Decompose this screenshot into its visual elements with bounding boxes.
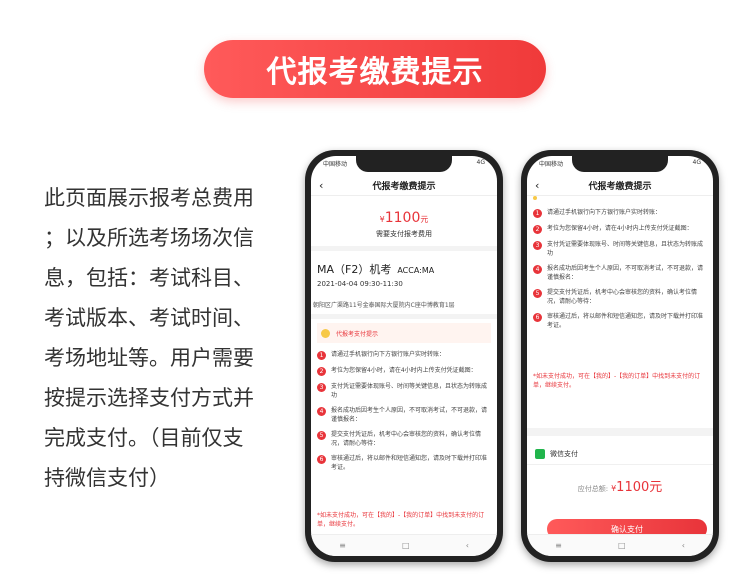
phone-screen: 中国移动 4G ‹ 代报考缴费提示 ¥1100元 需要支付报考费用 MA（F2）… [311,156,497,556]
home-icon[interactable]: □ [618,541,626,550]
exam-info: MA（F2）机考 ACCA:MA [317,261,434,277]
payment-method-option[interactable]: 微信支付 [527,443,713,465]
home-icon[interactable]: □ [402,541,410,550]
payment-method-label: 微信支付 [550,449,578,458]
nav-bar: ‹ 代报考缴费提示 [527,176,713,196]
description-line: 考试版本、考试时间、 [44,306,254,330]
menu-icon[interactable]: ≡ [555,541,562,550]
amount-unit: 元 [420,215,429,224]
back-icon[interactable]: ‹ [319,179,323,192]
step-number-icon: 2 [317,367,326,376]
exam-subject: MA（F2）机考 [317,263,392,276]
unpaid-warning: *如未支付成功，可在【我的】-【我的订单】中找到未支付的订单，继续支付。 [317,512,485,528]
step-text: 支付凭证需要体现账号、时间等关键信息，且状态为转账成功 [331,383,488,399]
list-item: 6 审核通过后，将以邮件和短信通知您，请及时下载并打印准考证。 [317,454,491,472]
amount-value: 1100 [384,210,421,226]
phone-screen: 中国移动 4G ‹ 代报考缴费提示 1 请通过手机银行向下方银行账户实时转账： 2… [527,156,713,556]
step-text: 报名成功后因考生个人原因，不可取消考试，不可退款，请谨慎报名： [331,407,488,423]
step-number-icon: 1 [317,351,326,360]
step-number-icon: 4 [317,407,326,416]
tips-step-list: 1 请通过手机银行向下方银行账户实时转账： 2 考位为您保留4小时，请在4小时内上传… [317,350,491,478]
step-text: 考位为您保留4小时，请在4小时内上传支付凭证截图： [331,367,477,374]
step-number-icon: 5 [317,431,326,440]
back-nav-icon[interactable]: ‹ [682,541,685,550]
list-item: 2 考位为您保留4小时，请在4小时内上传支付凭证截图： [533,224,707,234]
step-text: 审核通过后，将以邮件和短信通知您，请及时下载并打印准考证。 [547,313,704,329]
list-item: 4 报名成功后因考生个人原因，不可取消考试，不可退款，请谨慎报名： [317,406,491,424]
signal-indicator: 4G [476,159,485,166]
step-text: 考位为您保留4小时，请在4小时内上传支付凭证截图： [547,225,693,232]
wechat-pay-icon [535,448,545,459]
tips-step-list: 1 请通过手机银行向下方银行账户实时转账： 2 考位为您保留4小时，请在4小时内上传… [533,208,707,336]
step-number-icon: 6 [317,455,326,464]
list-item: 5 提交支付凭证后，机考中心会审核您的资料，确认考位情况，请耐心等待： [317,430,491,448]
signal-indicator: 4G [692,159,701,166]
step-number-icon: 2 [533,225,542,234]
page-title: 代报考缴费提示 [266,55,484,90]
tips-header-label: 代报考支付提示 [336,330,379,338]
step-text: 请通过手机银行向下方银行账户实时转账： [547,209,662,216]
menu-icon[interactable]: ≡ [339,541,346,550]
lightbulb-icon [321,328,330,338]
page-title-banner: 代报考缴费提示 [204,40,546,98]
step-number-icon: 5 [533,289,542,298]
phone-mockup-payment: 中国移动 4G ‹ 代报考缴费提示 1 请通过手机银行向下方银行账户实时转账： 2… [521,150,719,562]
nav-title: 代报考缴费提示 [372,182,436,192]
phone-mockup-summary: 中国移动 4G ‹ 代报考缴费提示 ¥1100元 需要支付报考费用 MA（F2）… [305,150,503,562]
list-item: 1 请通过手机银行向下方银行账户实时转账： [317,350,491,360]
payment-total: 应付总额: ¥ 1100元 [527,476,713,495]
list-item: 1 请通过手机银行向下方银行账户实时转账： [533,208,707,218]
back-icon[interactable]: ‹ [535,179,539,192]
description-line: ；以及所选考场场次信 [44,226,254,250]
description-line: 按提示选择支付方式并 [44,386,254,410]
step-number-icon: 1 [533,209,542,218]
step-text: 报名成功后因考生个人原因，不可取消考试，不可退款，请谨慎报名： [547,265,704,281]
nav-title: 代报考缴费提示 [588,182,652,192]
phone-notch [572,156,668,172]
description-line: 此页面展示报考总费用 [44,186,254,210]
fee-subtitle: 需要支付报考费用 [376,230,432,238]
description-line: 完成支付。（目前仅支 [44,426,244,450]
list-item: 3 支付凭证需要体现账号、时间等关键信息，且状态为转账成功 [533,240,707,258]
system-nav-bar: ≡ □ ‹ [527,534,713,556]
section-divider [527,428,713,436]
exam-time: 2021-04-04 09:30-11:30 [317,280,403,288]
step-text: 请通过手机银行向下方银行账户实时转账： [331,351,446,358]
nav-bar: ‹ 代报考缴费提示 [311,176,497,196]
fee-amount: ¥1100元 [311,207,497,226]
step-text: 提交支付凭证后，机考中心会审核您的资料，确认考位情况，请耐心等待： [331,431,482,447]
step-number-icon: 3 [317,383,326,392]
description-line: 持微信支付） [44,466,170,490]
step-text: 提交支付凭证后，机考中心会审核您的资料，确认考位情况，请耐心等待： [547,289,698,305]
step-text: 审核通过后，将以邮件和短信通知您，请及时下载并打印准考证。 [331,455,488,471]
lightbulb-icon [533,196,537,200]
step-number-icon: 4 [533,265,542,274]
list-item: 2 考位为您保留4小时，请在4小时内上传支付凭证截图： [317,366,491,376]
list-item: 6 审核通过后，将以邮件和短信通知您，请及时下载并打印准考证。 [533,312,707,330]
description-line: 考场地址等。用户需要 [44,346,254,370]
total-label: 应付总额: [577,485,609,493]
exam-version: ACCA:MA [397,266,435,275]
list-item: 3 支付凭证需要体现账号、时间等关键信息，且状态为转账成功 [317,382,491,400]
list-item: 5 提交支付凭证后，机考中心会审核您的资料，确认考位情况，请耐心等待： [533,288,707,306]
unpaid-warning: *如未支付成功，可在【我的】-【我的订单】中找到未支付的订单，继续支付。 [533,373,701,389]
tips-header: 代报考支付提示 [317,323,491,343]
section-divider [311,314,497,319]
carrier-label: 中国移动 [539,161,564,168]
step-number-icon: 3 [533,241,542,250]
step-number-icon: 6 [533,313,542,322]
phone-notch [356,156,452,172]
carrier-label: 中国移动 [323,161,348,168]
back-nav-icon[interactable]: ‹ [466,541,469,550]
description-line: 息，包括：考试科目、 [44,266,254,290]
feature-description: 此页面展示报考总费用 ；以及所选考场场次信 息，包括：考试科目、 考试版本、考试… [44,178,292,498]
list-item: 4 报名成功后因考生个人原因，不可取消考试，不可退款，请谨慎报名： [533,264,707,282]
exam-address: 朝阳区广渠路11号金泰国际大厦院内C座中博教育1层 [313,302,455,309]
system-nav-bar: ≡ □ ‹ [311,534,497,556]
step-text: 支付凭证需要体现账号、时间等关键信息，且状态为转账成功 [547,241,704,257]
total-amount: 1100元 [616,480,663,495]
section-divider [311,246,497,251]
